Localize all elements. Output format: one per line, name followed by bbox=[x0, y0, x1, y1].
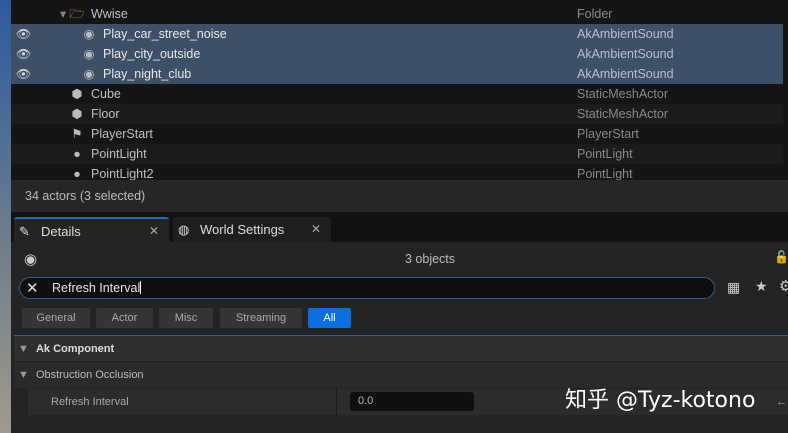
globe-icon: ◍ bbox=[178, 222, 190, 237]
outliner-row[interactable]: ● PointLight PointLight bbox=[11, 144, 783, 164]
filter-misc[interactable]: Misc bbox=[159, 308, 213, 328]
pencil-icon: ✎ bbox=[19, 224, 30, 239]
star-icon[interactable]: ★ bbox=[755, 278, 768, 295]
outliner-status: 34 actors (3 selected) bbox=[11, 180, 788, 212]
refresh-interval-input[interactable]: 0.0 bbox=[350, 392, 474, 411]
ak-ambient-sound-icon: ◉ bbox=[83, 47, 95, 61]
reset-arrow-icon[interactable]: ← bbox=[776, 389, 787, 415]
outliner-row[interactable]: 👁 ◉ Play_night_club AkAmbientSound bbox=[11, 64, 783, 84]
static-mesh-icon: ⬢ bbox=[71, 87, 83, 101]
watermark: 知乎 @Tyz-kotono bbox=[565, 388, 756, 413]
tab-bar: ✎ Details ✕ ◍ World Settings ✕ bbox=[11, 212, 788, 242]
point-light-icon: ● bbox=[73, 167, 81, 180]
eye-icon[interactable]: 👁 bbox=[16, 24, 31, 44]
outliner-row[interactable]: ⬢ Floor StaticMeshActor bbox=[11, 104, 783, 124]
ak-ambient-sound-icon: ◉ bbox=[83, 27, 95, 41]
filter-general[interactable]: General bbox=[22, 308, 90, 328]
category-ak-component[interactable]: ▼ Ak Component bbox=[14, 335, 788, 361]
player-start-icon: ⚑ bbox=[71, 127, 83, 141]
column-divider[interactable] bbox=[336, 389, 337, 415]
outliner-row[interactable]: 👁 ◉ Play_city_outside AkAmbientSound bbox=[11, 44, 783, 64]
lock-icon[interactable]: 🔓 bbox=[774, 250, 788, 264]
gear-icon[interactable]: ⚙ bbox=[779, 277, 788, 295]
search-input[interactable]: ✕ Refresh Interval bbox=[19, 277, 715, 299]
viewport-edge bbox=[0, 0, 11, 433]
filter-actor[interactable]: Actor bbox=[96, 308, 153, 328]
table-view-icon[interactable]: ▦ bbox=[727, 279, 740, 296]
filter-streaming[interactable]: Streaming bbox=[220, 308, 302, 328]
chevron-down-icon[interactable]: ▼ bbox=[18, 369, 29, 381]
tab-world-settings[interactable]: ◍ World Settings ✕ bbox=[173, 217, 331, 242]
close-icon[interactable]: ✕ bbox=[149, 219, 159, 244]
eye-icon[interactable]: 👁 bbox=[16, 64, 31, 84]
eye-icon[interactable]: 👁 bbox=[16, 44, 31, 64]
ak-ambient-sound-icon: ◉ bbox=[83, 67, 95, 81]
filter-all[interactable]: All bbox=[308, 308, 351, 328]
outliner-row[interactable]: 👁 ◉ Play_car_street_noise AkAmbientSound bbox=[11, 24, 783, 44]
outliner-row[interactable]: ⬢ Cube StaticMeshActor bbox=[11, 84, 783, 104]
outliner-row-wwise[interactable]: ▾ 🗁 Wwise Folder bbox=[11, 4, 783, 24]
point-light-icon: ● bbox=[73, 147, 81, 161]
outliner-row[interactable]: ⚑ PlayerStart PlayerStart bbox=[11, 124, 783, 144]
clear-search-icon[interactable]: ✕ bbox=[26, 279, 39, 297]
folder-icon: 🗁 bbox=[69, 7, 85, 21]
ak-ambient-sound-icon: ◉ bbox=[24, 251, 38, 268]
chevron-down-icon[interactable]: ▼ bbox=[18, 343, 29, 355]
outliner-row[interactable]: ● PointLight2 PointLight bbox=[11, 164, 783, 180]
static-mesh-icon: ⬢ bbox=[71, 107, 83, 121]
tab-details[interactable]: ✎ Details ✕ bbox=[14, 217, 169, 242]
selection-count: 3 objects bbox=[405, 252, 456, 266]
close-icon[interactable]: ✕ bbox=[311, 217, 321, 242]
